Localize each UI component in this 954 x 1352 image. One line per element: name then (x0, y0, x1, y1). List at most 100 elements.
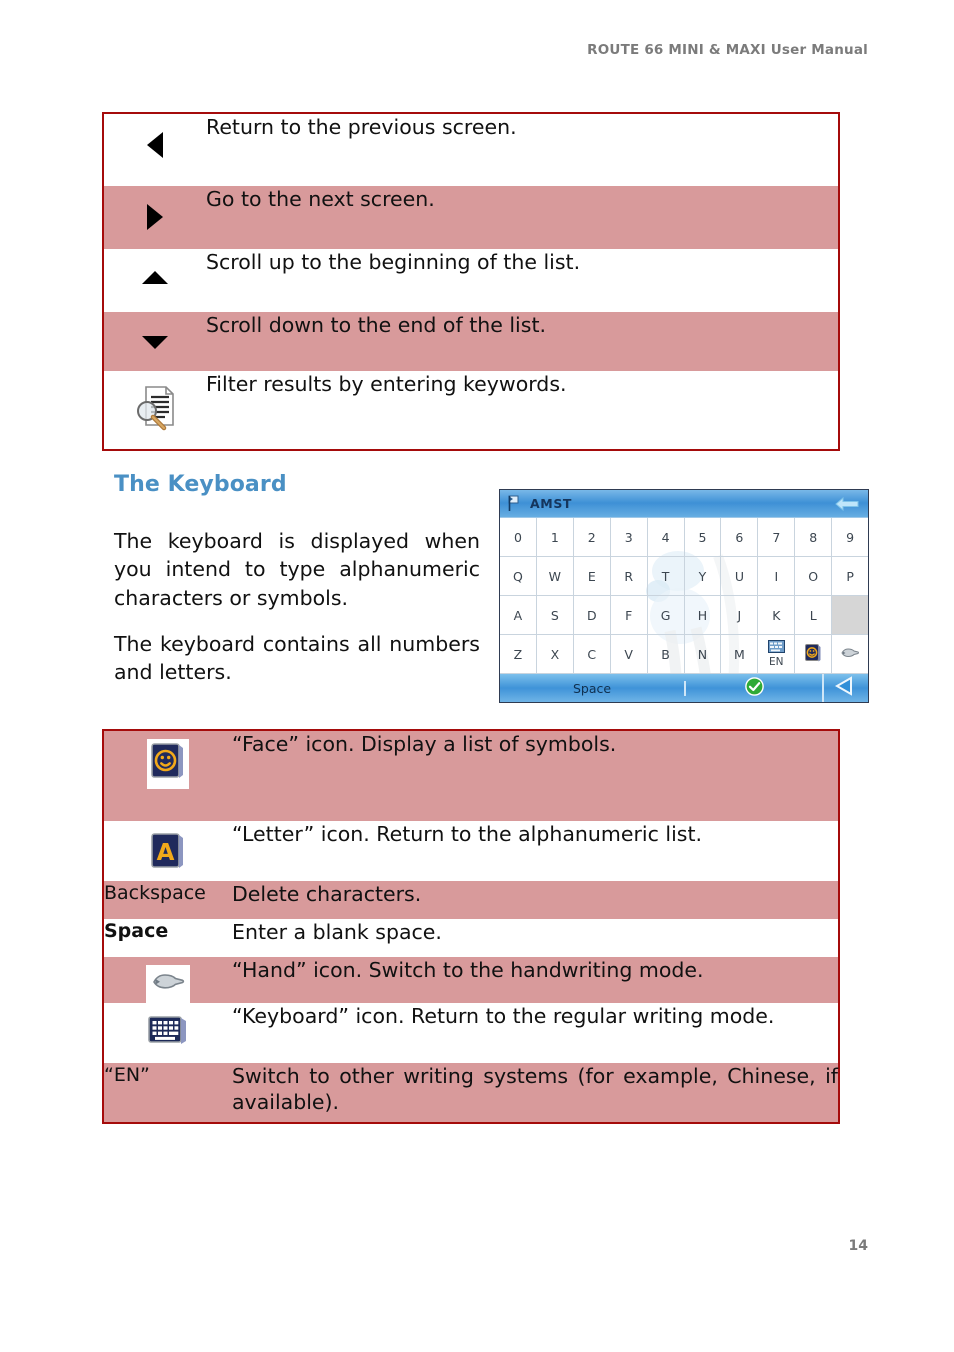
key-r[interactable]: R (610, 557, 648, 596)
key-9[interactable]: 9 (832, 518, 868, 557)
device-keyboard-screenshot: AMST 0 1 2 3 4 5 6 7 8 9 Q W E R T Y U I… (499, 489, 869, 703)
key-x[interactable]: X (536, 635, 574, 674)
key-c[interactable]: C (573, 635, 611, 674)
row-description: Go to the next screen. (206, 187, 435, 211)
row-label: Backspace (104, 882, 206, 904)
letter-a-icon-cell: A (103, 821, 232, 881)
table-row: Return to the previous screen. (103, 113, 839, 186)
table-row: Go to the next screen. (103, 186, 839, 249)
key-face[interactable] (795, 635, 833, 674)
keyboard-body-text: The keyboard is displayed when you inten… (114, 527, 480, 686)
key-blank (832, 596, 868, 635)
row-description: “Keyboard” icon. Return to the regular w… (232, 1004, 775, 1028)
key-l[interactable]: L (795, 596, 833, 635)
svg-text:A: A (157, 840, 175, 866)
row-description: Return to the previous screen. (206, 115, 517, 139)
device-titlebar: AMST (500, 490, 868, 518)
confirm-key[interactable] (686, 676, 822, 700)
key-f[interactable]: F (610, 596, 648, 635)
row-label: “EN” (104, 1064, 150, 1086)
key-s[interactable]: S (536, 596, 574, 635)
table-row: “Face” icon. Display a list of symbols. (103, 730, 839, 821)
row-description: Switch to other writing systems (for exa… (232, 1064, 838, 1115)
key-p[interactable]: P (832, 557, 868, 596)
key-h[interactable]: H (684, 596, 722, 635)
space-key[interactable]: Space (500, 680, 686, 696)
device-title: AMST (530, 496, 573, 511)
key-u[interactable]: U (721, 557, 759, 596)
table-row: Space Enter a blank space. (103, 919, 839, 957)
key-4[interactable]: 4 (647, 518, 685, 557)
key-j[interactable]: J (721, 596, 759, 635)
en-key-label: EN (769, 656, 784, 669)
table-row: Scroll down to the end of the list. (103, 312, 839, 371)
key-v[interactable]: V (610, 635, 648, 674)
triangle-up-icon (103, 249, 206, 312)
key-2[interactable]: 2 (573, 518, 611, 557)
key-t[interactable]: T (647, 557, 685, 596)
key-3[interactable]: 3 (610, 518, 648, 557)
triangle-right-icon (103, 186, 206, 249)
key-8[interactable]: 8 (795, 518, 833, 557)
paragraph: The keyboard is displayed when you inten… (114, 529, 480, 610)
face-icon (805, 643, 821, 665)
face-icon-cell (103, 730, 232, 821)
table-row: A “Letter” icon. Return to the alphanume… (103, 821, 839, 881)
hand-icon-cell (103, 957, 232, 1003)
key-m[interactable]: M (721, 635, 759, 674)
device-key-grid: 0 1 2 3 4 5 6 7 8 9 Q W E R T Y U I O P … (500, 518, 868, 702)
green-check-icon (744, 676, 764, 700)
key-g[interactable]: G (647, 596, 685, 635)
key-row-qwerty: Q W E R T Y U I O P (500, 557, 868, 596)
table-row: Filter results by entering keywords. (103, 371, 839, 450)
device-bottom-bar: Space (500, 674, 868, 702)
key-q[interactable]: Q (500, 557, 537, 596)
row-description: Scroll up to the beginning of the list. (206, 250, 581, 274)
face-icon (147, 739, 189, 789)
key-1[interactable]: 1 (536, 518, 574, 557)
running-header: ROUTE 66 MINI & MAXI User Manual (587, 42, 868, 58)
key-row-zxcv: Z X C V B N M EN (500, 635, 868, 674)
writing-systems-icon (767, 640, 785, 656)
key-row-digits: 0 1 2 3 4 5 6 7 8 9 (500, 518, 868, 557)
key-writing-system-en[interactable]: EN (758, 635, 796, 674)
section-heading: The Keyboard (114, 472, 287, 497)
row-label: Space (104, 920, 169, 942)
row-description: Scroll down to the end of the list. (206, 313, 546, 337)
table-row: “Hand” icon. Switch to the handwriting m… (103, 957, 839, 1003)
row-description: “Face” icon. Display a list of symbols. (232, 732, 617, 756)
key-z[interactable]: Z (500, 635, 537, 674)
row-description: “Hand” icon. Switch to the handwriting m… (232, 958, 704, 982)
key-n[interactable]: N (684, 635, 722, 674)
key-7[interactable]: 7 (758, 518, 796, 557)
row-description: Delete characters. (232, 882, 422, 906)
key-0[interactable]: 0 (500, 518, 537, 557)
key-d[interactable]: D (573, 596, 611, 635)
triangle-down-icon (103, 312, 206, 371)
key-i[interactable]: I (758, 557, 796, 596)
back-arrow-icon[interactable] (834, 496, 860, 512)
key-w[interactable]: W (536, 557, 574, 596)
key-a[interactable]: A (500, 596, 537, 635)
hand-icon (840, 646, 860, 663)
enter-key[interactable] (822, 674, 868, 702)
flag-pin-icon (507, 495, 522, 512)
key-o[interactable]: O (795, 557, 833, 596)
row-description: Filter results by entering keywords. (206, 372, 567, 396)
key-5[interactable]: 5 (684, 518, 722, 557)
key-hand[interactable] (832, 635, 868, 674)
letter-a-icon: A (147, 829, 189, 879)
key-row-asdf: A S D F G H J K L (500, 596, 868, 635)
key-k[interactable]: K (758, 596, 796, 635)
table-row: “EN” Switch to other writing systems (fo… (103, 1063, 839, 1123)
key-y[interactable]: Y (684, 557, 722, 596)
enter-arrow-icon (834, 676, 858, 700)
navigation-icons-table: Return to the previous screen. Go to the… (102, 112, 840, 451)
key-b[interactable]: B (647, 635, 685, 674)
row-description: “Letter” icon. Return to the alphanumeri… (232, 822, 703, 846)
hand-icon (146, 965, 190, 1003)
key-6[interactable]: 6 (721, 518, 759, 557)
table-row: Backspace Delete characters. (103, 881, 839, 919)
paragraph: The keyboard contains all numbers and le… (114, 631, 480, 685)
key-e[interactable]: E (573, 557, 611, 596)
